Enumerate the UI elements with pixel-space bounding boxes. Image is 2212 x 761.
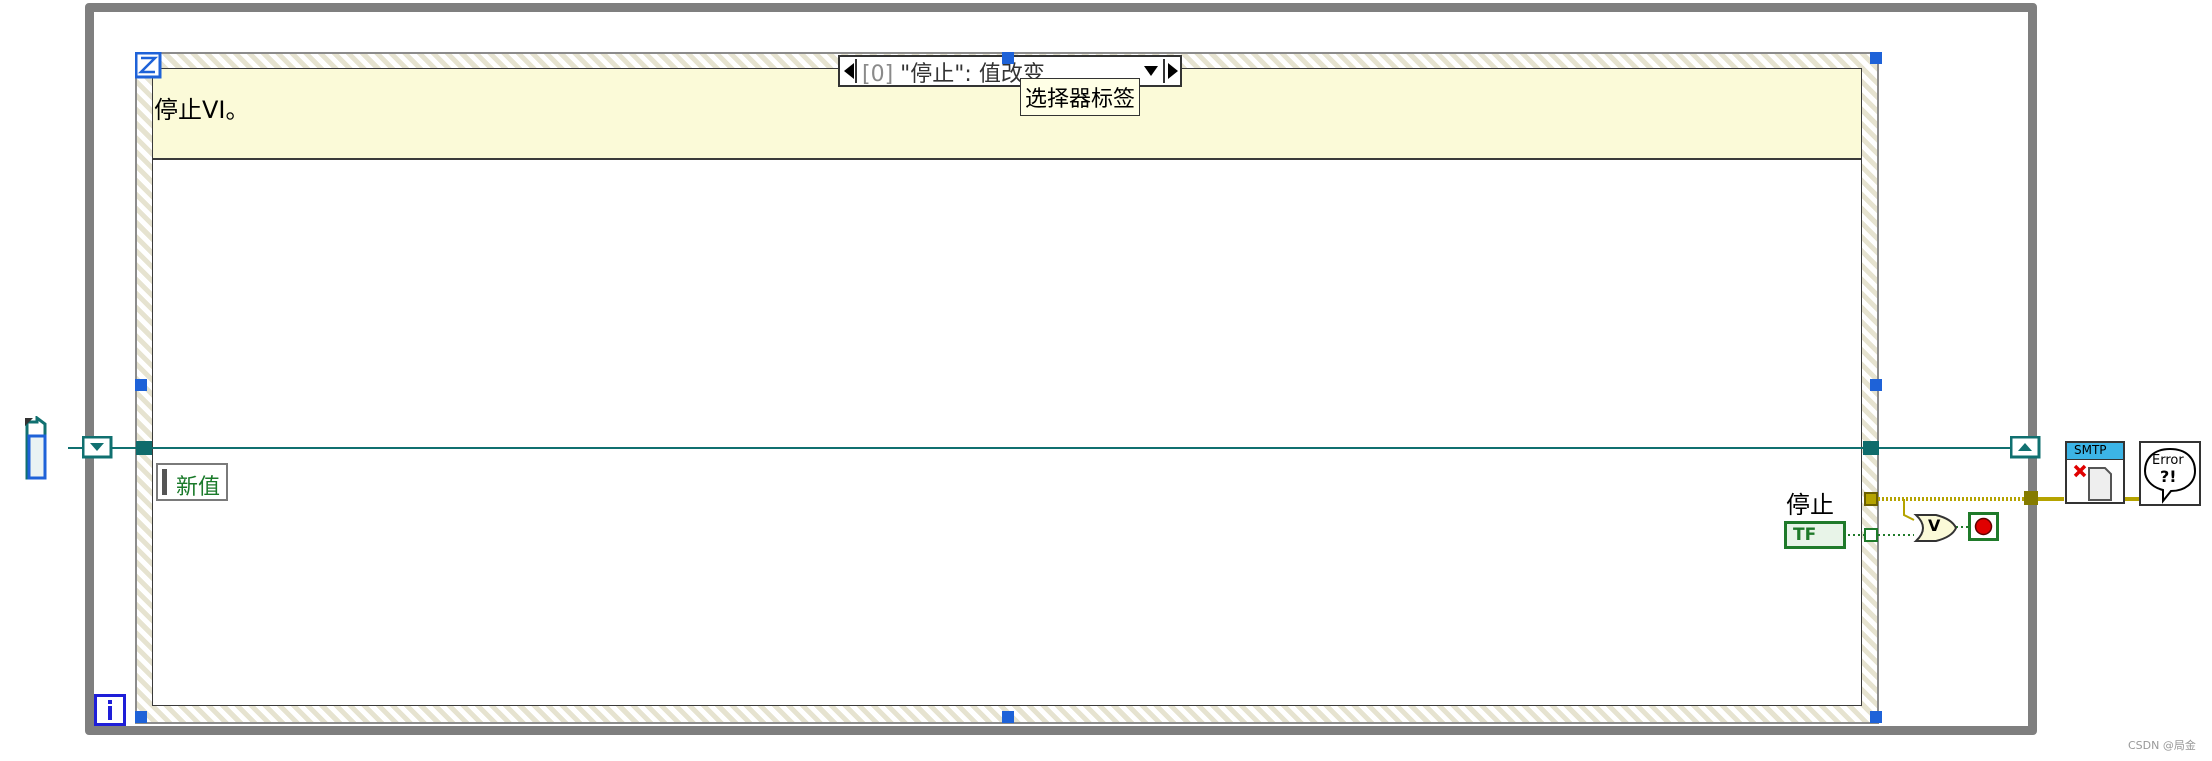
shift-register-left-icon: [82, 436, 113, 459]
bool-tunnel: [1864, 528, 1878, 542]
wires-layer: [68, 447, 2139, 536]
watermark: CSDN @局金: [2128, 739, 2196, 752]
or-node[interactable]: V: [1912, 513, 1958, 543]
event-tunnel-right: [1863, 441, 1879, 455]
error-shift-tunnel: [2024, 491, 2038, 505]
event-registration-icon: [25, 416, 47, 480]
stop-label: 停止: [1786, 491, 1834, 519]
error-icon-sub: ?!: [2160, 467, 2177, 486]
error-icon-text: Error: [2152, 453, 2184, 468]
event-data-node[interactable]: 新值: [156, 463, 228, 501]
event-tunnel-left: [136, 441, 152, 455]
shift-register-right-icon: [2010, 436, 2041, 459]
smtp-icon-text: SMTP: [2074, 443, 2107, 457]
stop-button-terminal[interactable]: TF: [1784, 521, 1846, 549]
event-data-field: 新值: [176, 475, 221, 500]
close-session-icon: [2073, 464, 2112, 501]
or-node-text: V: [1928, 516, 1941, 535]
stop-terminal-text: TF: [1793, 525, 1817, 545]
simple-error-handler[interactable]: Error ?!: [2139, 441, 2201, 506]
error-tunnel: [1864, 492, 1878, 506]
stop-condition-icon[interactable]: [1968, 512, 2000, 542]
smtp-close-vi[interactable]: SMTP: [2065, 441, 2125, 504]
